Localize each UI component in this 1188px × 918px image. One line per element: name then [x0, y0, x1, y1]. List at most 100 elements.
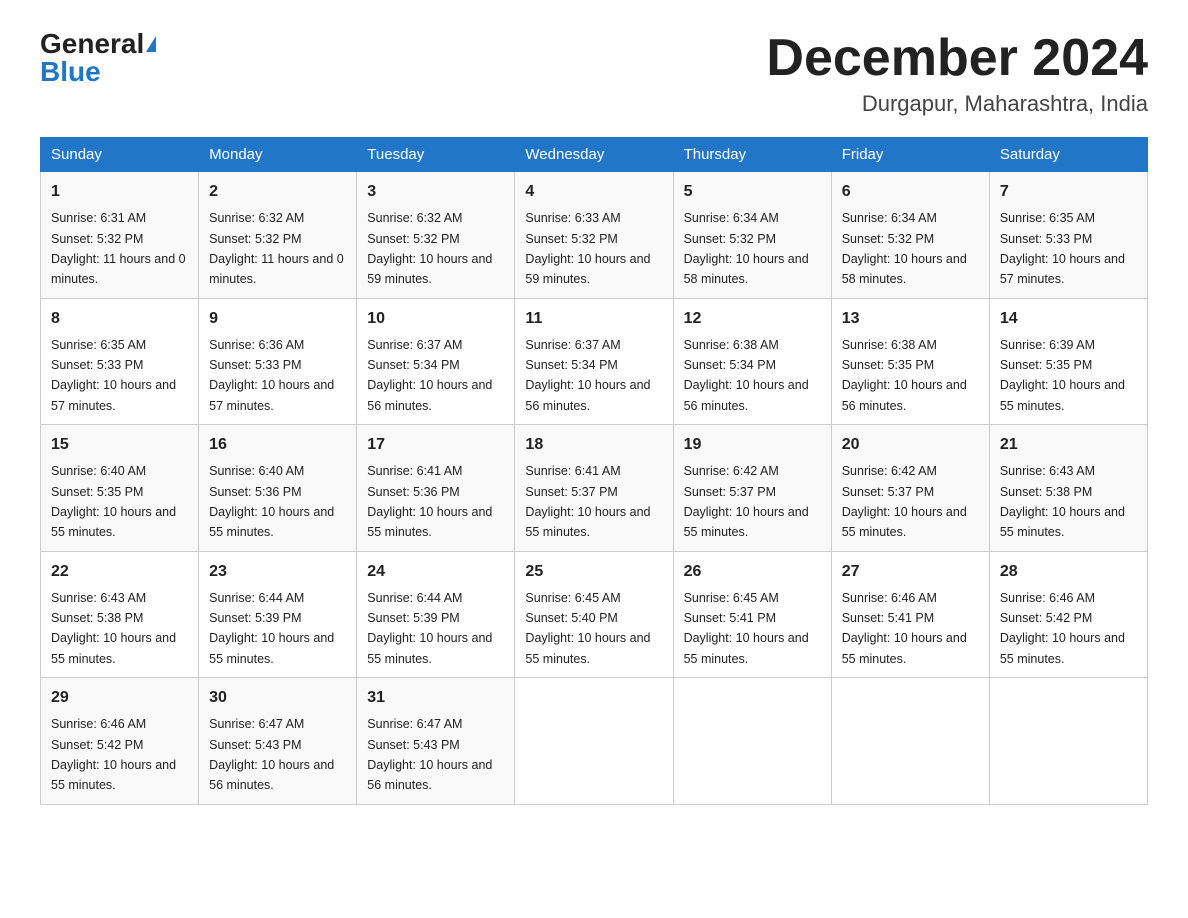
calendar-subtitle: Durgapur, Maharashtra, India — [766, 91, 1148, 117]
day-cell: 25 Sunrise: 6:45 AMSunset: 5:40 PMDaylig… — [515, 551, 673, 678]
title-block: December 2024 Durgapur, Maharashtra, Ind… — [766, 30, 1148, 117]
calendar-body: 1 Sunrise: 6:31 AMSunset: 5:32 PMDayligh… — [41, 172, 1148, 805]
calendar-table: SundayMondayTuesdayWednesdayThursdayFrid… — [40, 137, 1148, 805]
day-number: 26 — [684, 560, 821, 584]
day-number: 10 — [367, 307, 504, 331]
day-info: Sunrise: 6:35 AMSunset: 5:33 PMDaylight:… — [51, 338, 176, 413]
day-info: Sunrise: 6:42 AMSunset: 5:37 PMDaylight:… — [684, 464, 809, 539]
day-number: 6 — [842, 180, 979, 204]
calendar-title: December 2024 — [766, 30, 1148, 87]
day-cell: 19 Sunrise: 6:42 AMSunset: 5:37 PMDaylig… — [673, 425, 831, 552]
day-number: 20 — [842, 433, 979, 457]
day-info: Sunrise: 6:44 AMSunset: 5:39 PMDaylight:… — [367, 591, 492, 666]
day-number: 17 — [367, 433, 504, 457]
day-info: Sunrise: 6:40 AMSunset: 5:36 PMDaylight:… — [209, 464, 334, 539]
day-number: 12 — [684, 307, 821, 331]
day-cell: 28 Sunrise: 6:46 AMSunset: 5:42 PMDaylig… — [989, 551, 1147, 678]
day-number: 22 — [51, 560, 188, 584]
day-cell: 30 Sunrise: 6:47 AMSunset: 5:43 PMDaylig… — [199, 678, 357, 805]
day-number: 16 — [209, 433, 346, 457]
day-info: Sunrise: 6:37 AMSunset: 5:34 PMDaylight:… — [525, 338, 650, 413]
day-cell: 1 Sunrise: 6:31 AMSunset: 5:32 PMDayligh… — [41, 172, 199, 299]
header-row: SundayMondayTuesdayWednesdayThursdayFrid… — [41, 138, 1148, 172]
day-cell: 5 Sunrise: 6:34 AMSunset: 5:32 PMDayligh… — [673, 172, 831, 299]
day-info: Sunrise: 6:32 AMSunset: 5:32 PMDaylight:… — [367, 211, 492, 286]
day-number: 30 — [209, 686, 346, 710]
day-info: Sunrise: 6:38 AMSunset: 5:35 PMDaylight:… — [842, 338, 967, 413]
day-cell: 20 Sunrise: 6:42 AMSunset: 5:37 PMDaylig… — [831, 425, 989, 552]
col-header-thursday: Thursday — [673, 138, 831, 172]
day-cell: 13 Sunrise: 6:38 AMSunset: 5:35 PMDaylig… — [831, 298, 989, 425]
day-number: 21 — [1000, 433, 1137, 457]
day-info: Sunrise: 6:32 AMSunset: 5:32 PMDaylight:… — [209, 211, 344, 286]
day-cell: 31 Sunrise: 6:47 AMSunset: 5:43 PMDaylig… — [357, 678, 515, 805]
day-cell: 10 Sunrise: 6:37 AMSunset: 5:34 PMDaylig… — [357, 298, 515, 425]
day-cell — [515, 678, 673, 805]
day-cell: 6 Sunrise: 6:34 AMSunset: 5:32 PMDayligh… — [831, 172, 989, 299]
day-number: 18 — [525, 433, 662, 457]
day-info: Sunrise: 6:45 AMSunset: 5:41 PMDaylight:… — [684, 591, 809, 666]
day-info: Sunrise: 6:41 AMSunset: 5:36 PMDaylight:… — [367, 464, 492, 539]
day-info: Sunrise: 6:38 AMSunset: 5:34 PMDaylight:… — [684, 338, 809, 413]
day-cell: 23 Sunrise: 6:44 AMSunset: 5:39 PMDaylig… — [199, 551, 357, 678]
day-cell — [989, 678, 1147, 805]
day-info: Sunrise: 6:46 AMSunset: 5:42 PMDaylight:… — [51, 717, 176, 792]
col-header-wednesday: Wednesday — [515, 138, 673, 172]
week-row-4: 22 Sunrise: 6:43 AMSunset: 5:38 PMDaylig… — [41, 551, 1148, 678]
logo-blue-text: Blue — [40, 58, 101, 86]
day-cell: 22 Sunrise: 6:43 AMSunset: 5:38 PMDaylig… — [41, 551, 199, 678]
day-cell — [831, 678, 989, 805]
day-number: 5 — [684, 180, 821, 204]
day-number: 24 — [367, 560, 504, 584]
day-cell: 14 Sunrise: 6:39 AMSunset: 5:35 PMDaylig… — [989, 298, 1147, 425]
day-cell — [673, 678, 831, 805]
day-info: Sunrise: 6:46 AMSunset: 5:41 PMDaylight:… — [842, 591, 967, 666]
day-number: 4 — [525, 180, 662, 204]
day-number: 28 — [1000, 560, 1137, 584]
day-info: Sunrise: 6:34 AMSunset: 5:32 PMDaylight:… — [684, 211, 809, 286]
day-cell: 2 Sunrise: 6:32 AMSunset: 5:32 PMDayligh… — [199, 172, 357, 299]
day-info: Sunrise: 6:46 AMSunset: 5:42 PMDaylight:… — [1000, 591, 1125, 666]
day-info: Sunrise: 6:34 AMSunset: 5:32 PMDaylight:… — [842, 211, 967, 286]
day-cell: 16 Sunrise: 6:40 AMSunset: 5:36 PMDaylig… — [199, 425, 357, 552]
day-info: Sunrise: 6:43 AMSunset: 5:38 PMDaylight:… — [51, 591, 176, 666]
day-info: Sunrise: 6:35 AMSunset: 5:33 PMDaylight:… — [1000, 211, 1125, 286]
day-cell: 15 Sunrise: 6:40 AMSunset: 5:35 PMDaylig… — [41, 425, 199, 552]
day-info: Sunrise: 6:42 AMSunset: 5:37 PMDaylight:… — [842, 464, 967, 539]
day-number: 3 — [367, 180, 504, 204]
day-info: Sunrise: 6:37 AMSunset: 5:34 PMDaylight:… — [367, 338, 492, 413]
day-info: Sunrise: 6:43 AMSunset: 5:38 PMDaylight:… — [1000, 464, 1125, 539]
page-header: General Blue December 2024 Durgapur, Mah… — [40, 30, 1148, 117]
day-number: 11 — [525, 307, 662, 331]
day-cell: 17 Sunrise: 6:41 AMSunset: 5:36 PMDaylig… — [357, 425, 515, 552]
day-info: Sunrise: 6:45 AMSunset: 5:40 PMDaylight:… — [525, 591, 650, 666]
day-number: 31 — [367, 686, 504, 710]
week-row-5: 29 Sunrise: 6:46 AMSunset: 5:42 PMDaylig… — [41, 678, 1148, 805]
day-number: 19 — [684, 433, 821, 457]
day-number: 7 — [1000, 180, 1137, 204]
day-info: Sunrise: 6:47 AMSunset: 5:43 PMDaylight:… — [209, 717, 334, 792]
day-info: Sunrise: 6:47 AMSunset: 5:43 PMDaylight:… — [367, 717, 492, 792]
logo-triangle-icon — [146, 36, 156, 52]
day-cell: 26 Sunrise: 6:45 AMSunset: 5:41 PMDaylig… — [673, 551, 831, 678]
day-info: Sunrise: 6:39 AMSunset: 5:35 PMDaylight:… — [1000, 338, 1125, 413]
week-row-1: 1 Sunrise: 6:31 AMSunset: 5:32 PMDayligh… — [41, 172, 1148, 299]
day-info: Sunrise: 6:44 AMSunset: 5:39 PMDaylight:… — [209, 591, 334, 666]
day-cell: 11 Sunrise: 6:37 AMSunset: 5:34 PMDaylig… — [515, 298, 673, 425]
col-header-tuesday: Tuesday — [357, 138, 515, 172]
day-info: Sunrise: 6:31 AMSunset: 5:32 PMDaylight:… — [51, 211, 186, 286]
day-info: Sunrise: 6:33 AMSunset: 5:32 PMDaylight:… — [525, 211, 650, 286]
day-number: 27 — [842, 560, 979, 584]
day-cell: 12 Sunrise: 6:38 AMSunset: 5:34 PMDaylig… — [673, 298, 831, 425]
day-info: Sunrise: 6:40 AMSunset: 5:35 PMDaylight:… — [51, 464, 176, 539]
col-header-friday: Friday — [831, 138, 989, 172]
week-row-2: 8 Sunrise: 6:35 AMSunset: 5:33 PMDayligh… — [41, 298, 1148, 425]
day-number: 8 — [51, 307, 188, 331]
day-cell: 8 Sunrise: 6:35 AMSunset: 5:33 PMDayligh… — [41, 298, 199, 425]
col-header-saturday: Saturday — [989, 138, 1147, 172]
day-cell: 27 Sunrise: 6:46 AMSunset: 5:41 PMDaylig… — [831, 551, 989, 678]
day-number: 9 — [209, 307, 346, 331]
col-header-sunday: Sunday — [41, 138, 199, 172]
day-cell: 21 Sunrise: 6:43 AMSunset: 5:38 PMDaylig… — [989, 425, 1147, 552]
day-number: 13 — [842, 307, 979, 331]
